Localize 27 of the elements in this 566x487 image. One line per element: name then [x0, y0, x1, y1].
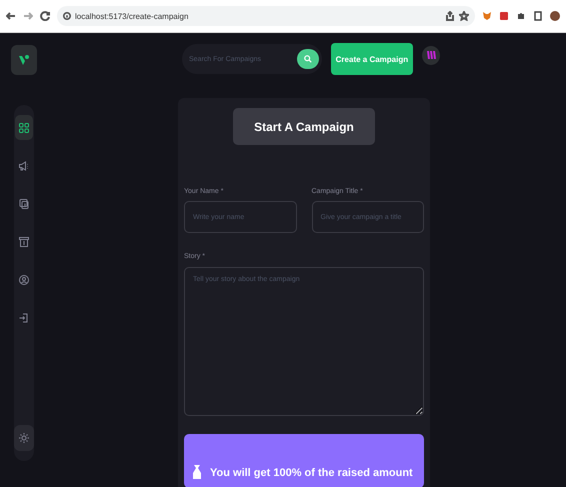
wave-logo-icon — [426, 51, 436, 59]
form-title: Start A Campaign — [233, 108, 375, 146]
fox-icon[interactable] — [482, 11, 492, 21]
url-text: localhost:5173/create-campaign — [75, 12, 188, 20]
avatar-icon[interactable] — [550, 11, 560, 21]
search-icon — [304, 55, 312, 63]
logo-icon — [18, 54, 30, 66]
user-icon — [18, 274, 30, 286]
profile-avatar[interactable] — [422, 46, 440, 64]
address-bar[interactable]: localhost:5173/create-campaign — [57, 6, 475, 26]
theme-toggle[interactable] — [14, 425, 34, 451]
grid-icon — [18, 122, 30, 134]
extension-icon[interactable] — [499, 11, 509, 21]
info-icon[interactable] — [63, 12, 71, 20]
sidebar-icon[interactable] — [533, 11, 543, 21]
box-icon — [18, 236, 30, 248]
share-icon[interactable] — [445, 11, 455, 21]
search-button[interactable] — [296, 49, 319, 69]
banner-text: You will get 100% of the raised amount — [210, 467, 413, 479]
nav-button[interactable] — [15, 115, 33, 140]
star-icon[interactable] — [459, 11, 469, 21]
sun-icon — [18, 432, 30, 444]
logo[interactable] — [11, 45, 37, 75]
cards-icon — [18, 198, 30, 210]
back-icon[interactable] — [6, 11, 16, 21]
logout-icon — [18, 312, 30, 324]
reload-icon[interactable] — [40, 11, 50, 21]
